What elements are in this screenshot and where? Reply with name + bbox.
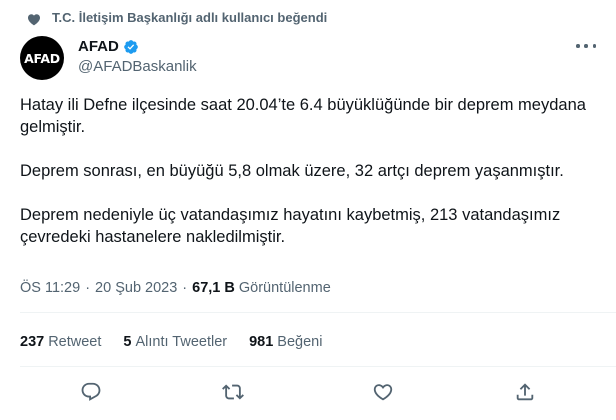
tweet-date[interactable]: 20 Şub 2023: [95, 280, 177, 296]
likes-label: Beğeni: [277, 334, 323, 350]
tweet-stats: 237 Retweet 5 Alıntı Tweetler 981 Beğeni: [20, 334, 344, 350]
divider: [20, 366, 616, 367]
quotes-stat[interactable]: 5 Alıntı Tweetler: [123, 334, 227, 350]
like-button[interactable]: [371, 380, 395, 404]
avatar-logo-text: AFAD: [24, 50, 60, 66]
heart-icon: [28, 14, 40, 26]
author-handle[interactable]: @AFADBaskanlik: [78, 58, 197, 75]
divider: [20, 312, 616, 313]
retweets-count: 237: [20, 334, 45, 350]
avatar[interactable]: AFAD: [20, 36, 64, 80]
author-name-row: AFAD: [78, 38, 139, 55]
quotes-label: Alıntı Tweetler: [135, 334, 228, 350]
views-label: Görüntülenme: [238, 280, 331, 296]
share-icon: [516, 383, 534, 401]
meta-separator: ·: [182, 280, 188, 296]
more-options-icon[interactable]: [576, 40, 596, 52]
like-icon: [373, 384, 393, 401]
quotes-count: 5: [123, 334, 132, 350]
tweet-paragraph: Deprem sonrası, en büyüğü 5,8 olmak üzer…: [20, 162, 564, 180]
likes-count: 981: [249, 334, 274, 350]
retweet-icon: [222, 384, 244, 400]
likes-stat[interactable]: 981 Beğeni: [249, 334, 322, 350]
tweet-paragraph: Hatay ili Defne ilçesinde saat 20.04’te …: [20, 96, 586, 136]
retweets-label: Retweet: [48, 334, 102, 350]
social-context-text[interactable]: T.C. İletişim Başkanlığı adlı kullanıcı …: [52, 10, 327, 25]
tweet-paragraph: Deprem nedeniyle üç vatandaşımız hayatın…: [20, 206, 561, 246]
action-bar: [0, 380, 616, 404]
reply-icon: [81, 382, 101, 401]
author-display-name[interactable]: AFAD: [78, 38, 119, 55]
retweets-stat[interactable]: 237 Retweet: [20, 334, 101, 350]
tweet-time[interactable]: ÖS 11:29: [20, 280, 80, 296]
share-button[interactable]: [513, 380, 537, 404]
reply-button[interactable]: [79, 380, 103, 404]
tweet-meta: ÖS 11:29 · 20 Şub 2023 · 67,1 B Görüntül…: [20, 280, 331, 296]
more-dot: [576, 44, 580, 48]
views-count: 67,1 B: [192, 280, 235, 296]
retweet-button[interactable]: [221, 380, 245, 404]
verified-badge-icon[interactable]: [123, 39, 139, 55]
tweet-text: Hatay ili Defne ilçesinde saat 20.04’te …: [20, 94, 610, 270]
more-dot: [584, 44, 588, 48]
more-dot: [592, 44, 596, 48]
meta-separator: ·: [85, 280, 91, 296]
